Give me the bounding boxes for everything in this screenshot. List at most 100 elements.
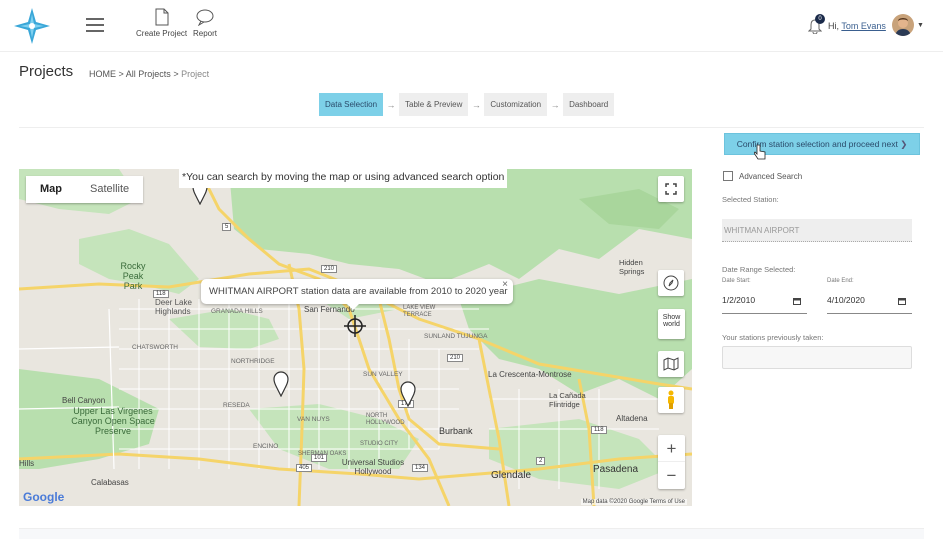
date-end-label: Date End: (827, 278, 854, 284)
show-world-button[interactable]: Show world (658, 309, 685, 339)
map-search-notice: *You can search by moving the map or usi… (179, 169, 508, 188)
date-start-input[interactable]: 1/2/2010 (722, 289, 807, 314)
arrow-right-icon: → (550, 99, 560, 110)
map-layers-button[interactable] (658, 351, 684, 377)
crosshair-icon[interactable] (344, 315, 366, 337)
zoom-control: + − (658, 435, 685, 489)
highway-shield: 5 (222, 223, 232, 231)
map-label: RESEDA (223, 402, 250, 409)
map-label: SUN VALLEY (363, 371, 403, 378)
highway-shield: 134 (412, 464, 429, 472)
create-project-label: Create Project (136, 29, 188, 38)
chevron-down-icon[interactable]: ▼ (917, 22, 924, 29)
chevron-right-icon: ❯ (900, 139, 908, 149)
step-dashboard[interactable]: Dashboard (563, 93, 615, 116)
map-label: La Cañada Flintridge (549, 391, 586, 409)
map-label: LAKE VIEW TERRACE (403, 305, 436, 318)
pegman-icon (668, 390, 674, 409)
step-table-preview[interactable]: Table & Preview (399, 93, 469, 116)
map-label: Bell Canyon (62, 396, 106, 405)
previous-stations-label: Your stations previously taken: (722, 333, 824, 342)
bottom-panel (19, 528, 924, 539)
highway-shield: 210 (447, 354, 464, 362)
selected-station-field: WHITMAN AIRPORT (722, 219, 912, 242)
logo-icon[interactable] (12, 6, 52, 46)
highway-shield: 101 (311, 454, 328, 462)
highway-shield: 405 (296, 464, 313, 472)
breadcrumb: HOME > All Projects > Project (89, 69, 209, 79)
wizard-steps: Data Selection → Table & Preview → Custo… (319, 93, 615, 116)
close-icon[interactable]: × (502, 272, 508, 297)
highway-shield: 2 (536, 457, 546, 465)
breadcrumb-current: Project (181, 69, 210, 79)
street-view-button[interactable] (658, 387, 684, 413)
date-end-value: 4/10/2020 (827, 295, 865, 305)
map-label: Universal Studios Hollywood (341, 458, 405, 476)
breadcrumb-home[interactable]: HOME (89, 69, 116, 79)
calendar-icon[interactable] (793, 297, 801, 305)
highway-shield: 118 (153, 290, 169, 298)
date-start-label: Date Start: (722, 278, 751, 284)
map-type-map[interactable]: Map (26, 176, 76, 203)
highway-shield: 118 (591, 426, 607, 434)
map-label: CHATSWORTH (132, 344, 178, 351)
compass-button[interactable] (658, 270, 684, 296)
map-label: STUDIO CITY (360, 441, 399, 447)
advanced-search-label[interactable]: Advanced Search (739, 172, 802, 181)
user-name-link[interactable]: Tom Evans (841, 21, 886, 31)
arrow-right-icon: → (386, 99, 396, 110)
map-fold-icon (663, 357, 679, 371)
divider (19, 127, 924, 128)
map-label: Pasadena (593, 464, 639, 475)
zoom-out-button[interactable]: − (658, 462, 685, 489)
selected-station-label: Selected Station: (722, 195, 779, 204)
document-plus-icon (155, 8, 169, 26)
avatar[interactable] (892, 14, 914, 36)
map-view[interactable]: Rocky Peak Park Deer Lake Highlands CHAT… (19, 169, 692, 506)
station-info-text: WHITMAN AIRPORT station data are availab… (209, 286, 508, 297)
map-label: Altadena (616, 414, 648, 423)
report-label: Report (193, 29, 218, 38)
fullscreen-icon (665, 183, 677, 195)
map-label: Hidden Springs (619, 258, 645, 276)
map-label: Glendale (491, 470, 532, 481)
map-type-satellite[interactable]: Satellite (76, 176, 143, 203)
greeting-text: Hi, (828, 21, 839, 31)
map-label: Burbank (439, 426, 473, 436)
date-start-value: 1/2/2010 (722, 295, 756, 305)
report-button[interactable]: Report (193, 8, 217, 38)
station-marker-icon[interactable] (273, 371, 289, 397)
top-bar: Create Project Report 0 Hi, Tom Evans ▼ (0, 0, 943, 52)
date-end-input[interactable]: 4/10/2020 (827, 289, 912, 314)
highway-shield: 210 (321, 265, 338, 273)
menu-icon[interactable] (86, 18, 104, 32)
station-marker-icon[interactable] (400, 381, 416, 407)
hand-cursor-icon (754, 144, 766, 160)
map-terrain (19, 169, 692, 506)
breadcrumb-separator: > (173, 69, 179, 79)
page-title: Projects (19, 63, 74, 80)
map-label: SUNLAND TUJUNGA (424, 333, 488, 340)
fullscreen-button[interactable] (658, 176, 684, 202)
station-info-window: WHITMAN AIRPORT station data are availab… (201, 279, 513, 310)
google-logo[interactable]: Google (23, 490, 64, 504)
map-label: GRANADA HILLS (211, 308, 263, 315)
previous-stations-field[interactable] (722, 346, 912, 369)
compass-icon (663, 275, 679, 291)
map-label: NORTHRIDGE (231, 358, 275, 365)
map-label: Rocky Peak Park (120, 261, 146, 291)
step-data-selection[interactable]: Data Selection (319, 93, 384, 116)
notification-badge: 0 (815, 14, 825, 24)
map-label: VAN NUYS (297, 416, 330, 423)
map-attribution[interactable]: Map data ©2020 Google Terms of Use (580, 499, 687, 505)
advanced-search-checkbox[interactable] (723, 171, 733, 181)
chat-bubble-icon (196, 9, 214, 26)
zoom-in-button[interactable]: + (658, 435, 685, 462)
map-type-toggle: Map Satellite (26, 176, 144, 203)
breadcrumb-all-projects[interactable]: All Projects (126, 69, 171, 79)
user-greeting: Hi, Tom Evans (828, 21, 886, 31)
map-label: ENCINO (253, 443, 279, 450)
create-project-button[interactable]: Create Project (136, 8, 187, 38)
calendar-icon[interactable] (898, 297, 906, 305)
step-customization[interactable]: Customization (484, 93, 548, 116)
